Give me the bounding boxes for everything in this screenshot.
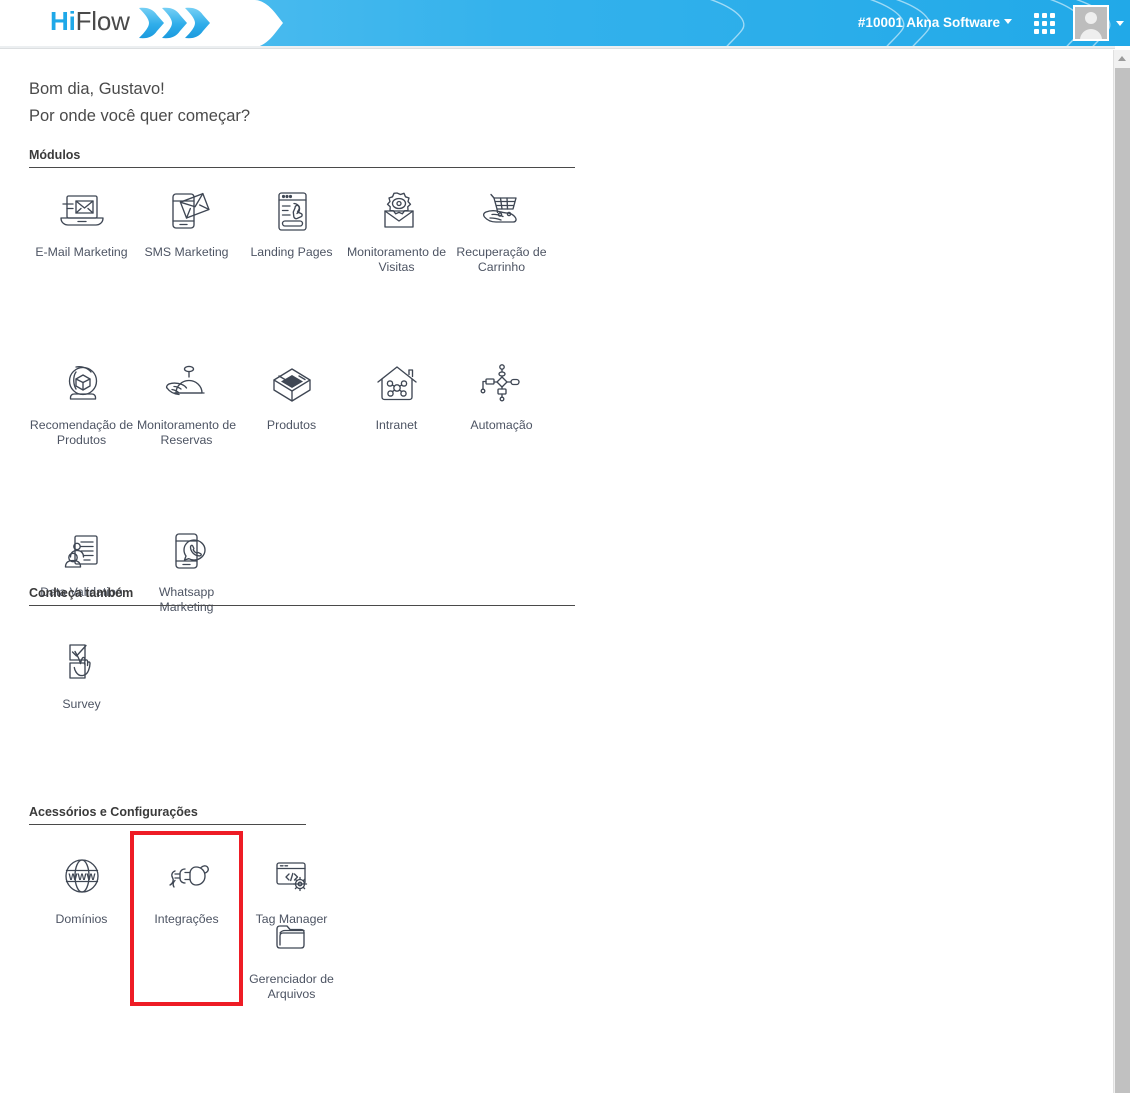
tile-dominios[interactable]: WWW Domínios <box>29 835 134 1002</box>
tile-produtos[interactable]: Produtos <box>239 341 344 448</box>
tile-monitoramento-reservas[interactable]: Monitoramento de Reservas <box>134 341 239 448</box>
user-avatar-icon[interactable] <box>1073 5 1109 41</box>
flowchart-icon <box>474 359 530 411</box>
phone-envelope-icon <box>159 186 215 238</box>
apps-dot <box>1042 12 1047 18</box>
section-conheca-tambem: Conheça também Survey <box>29 586 589 712</box>
section-acessorios-configuracoes: Acessórios e Configurações WWW Domínios <box>29 805 589 1006</box>
globe-www-icon: WWW <box>54 853 110 905</box>
avatar-body <box>1080 29 1102 39</box>
tile-label: Monitoramento de Visitas <box>346 245 447 274</box>
app-logo[interactable]: HiFlow <box>50 6 130 37</box>
greeting-line-1: Bom dia, Gustavo! <box>29 80 165 98</box>
tile-label: Recuperação de Carrinho <box>456 245 547 274</box>
apps-dot <box>1034 28 1039 34</box>
vertical-scrollbar[interactable] <box>1113 50 1130 1093</box>
scroll-up-arrow-icon[interactable] <box>1114 50 1130 67</box>
tile-integracoes[interactable]: Integrações <box>130 831 243 1006</box>
svg-text:WWW: WWW <box>68 872 95 883</box>
apps-dot <box>1042 20 1047 26</box>
accessories-tile-grid: WWW Domínios Integrações Tag Manager Ger… <box>29 825 589 1006</box>
tile-label: SMS Marketing <box>144 245 229 259</box>
section-title: Módulos <box>29 148 81 162</box>
tile-label: Gerenciador de Arquivos <box>249 972 334 1001</box>
chevrons-icon <box>137 5 215 46</box>
tile-recomendacao-produtos[interactable]: Recomendação de Produtos <box>29 341 134 448</box>
crystal-ball-box-icon <box>54 359 110 411</box>
apps-dot <box>1050 12 1055 18</box>
open-box-icon <box>264 359 320 411</box>
tile-monitoramento-visitas[interactable]: Monitoramento de Visitas <box>344 168 449 275</box>
tile-label: Integrações <box>154 912 219 926</box>
tile-email-marketing[interactable]: E-Mail Marketing <box>29 168 134 275</box>
avatar-head <box>1085 12 1097 24</box>
tile-survey[interactable]: Survey <box>29 620 134 712</box>
tile-gerenciador-arquivos[interactable]: Gerenciador de Arquivos <box>239 895 344 1002</box>
logo-flow-text: Flow <box>75 6 130 36</box>
apps-dot <box>1050 20 1055 26</box>
checkbox-hand-icon <box>54 638 110 690</box>
apps-dot <box>1050 28 1055 34</box>
main-content: Bom dia, Gustavo! Por onde você quer com… <box>0 50 1113 1093</box>
apps-dot <box>1034 20 1039 26</box>
tile-label: Intranet <box>375 418 418 432</box>
greeting-line-2: Por onde você quer começar? <box>29 107 251 125</box>
tile-label: Landing Pages <box>250 245 333 259</box>
header-right-controls: #10001 Akna Software <box>858 0 1130 46</box>
tile-label: Produtos <box>266 418 317 432</box>
laptop-envelope-icon <box>54 186 110 238</box>
browser-click-icon <box>264 186 320 238</box>
person-document-icon <box>54 526 110 578</box>
section-modulos: Módulos E-Mail Marketing SMS Marketing L… <box>29 148 589 615</box>
tile-label: Domínios <box>55 912 108 926</box>
apps-dot <box>1034 12 1039 18</box>
section-title: Acessórios e Configurações <box>29 805 198 819</box>
app-header: HiFlow #10001 Akna Software <box>0 0 1130 46</box>
tile-landing-pages[interactable]: Landing Pages <box>239 168 344 275</box>
tile-sms-marketing[interactable]: SMS Marketing <box>134 168 239 275</box>
gear-eye-envelope-icon <box>369 186 425 238</box>
house-network-icon <box>369 359 425 411</box>
header-divider <box>0 46 1115 49</box>
section-title: Conheça também <box>29 586 134 600</box>
avatar-caret-down-icon[interactable] <box>1116 20 1124 26</box>
phone-whatsapp-icon <box>159 526 215 578</box>
caret-down-icon <box>1004 19 1012 25</box>
account-name: #10001 Akna Software <box>857 15 1000 30</box>
tile-recuperacao-carrinho[interactable]: Recuperação de Carrinho <box>449 168 554 275</box>
logo-hi-text: Hi <box>50 6 76 36</box>
tile-label: Automação <box>470 418 533 432</box>
tile-label: Recomendação de Produtos <box>29 418 134 447</box>
tile-label: Survey <box>62 697 101 711</box>
apps-dot <box>1042 28 1047 34</box>
module-tile-grid: E-Mail Marketing SMS Marketing Landing P… <box>29 168 589 615</box>
tile-label: E-Mail Marketing <box>35 245 128 259</box>
folder-icon <box>264 913 320 965</box>
tile-intranet[interactable]: Intranet <box>344 341 449 448</box>
tile-automacao[interactable]: Automação <box>449 341 554 448</box>
apps-grid-icon[interactable] <box>1034 12 1055 34</box>
scroll-thumb[interactable] <box>1115 68 1130 1093</box>
account-switcher[interactable]: #10001 Akna Software <box>858 14 1012 32</box>
hand-bell-icon <box>159 359 215 411</box>
plug-socket-icon <box>159 853 215 905</box>
tile-label: Monitoramento de Reservas <box>136 418 237 447</box>
hand-cart-icon <box>474 186 530 238</box>
extras-tile-grid: Survey <box>29 606 589 712</box>
